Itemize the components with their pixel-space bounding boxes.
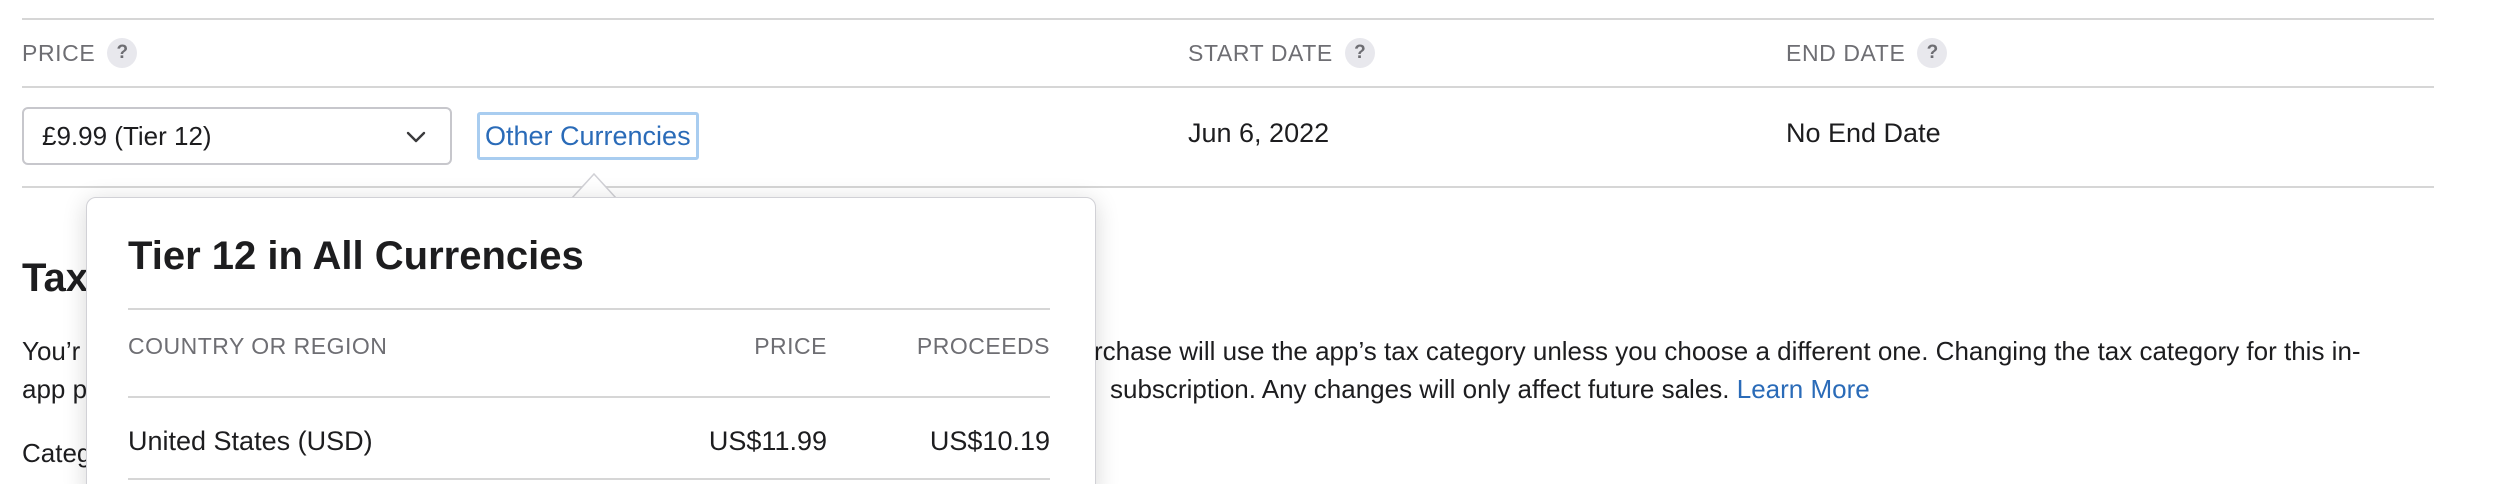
start-date-header-label: START DATE — [1188, 39, 1333, 66]
price-tier-value: £9.99 (Tier 12) — [42, 120, 212, 151]
divider-top — [22, 18, 2434, 20]
country-column-header: COUNTRY OR REGION — [128, 333, 388, 359]
end-date-column-header: END DATE ? — [1786, 36, 1948, 70]
start-date-value: Jun 6, 2022 — [1188, 118, 1330, 148]
table-row-proceeds: US$10.19 — [929, 426, 1050, 456]
end-date-value: No End Date — [1786, 118, 1941, 148]
divider-header — [22, 86, 2434, 88]
tax-description-line2-end: subscription. Any changes will only affe… — [1110, 374, 1870, 405]
pricing-page: PRICE ? START DATE ? END DATE ? £9.99 (T… — [0, 0, 2498, 484]
tax-description-line2-start: app p — [22, 374, 88, 404]
popover-divider-row — [128, 478, 1050, 480]
proceeds-column-header: PROCEEDS — [916, 333, 1050, 359]
popover-divider-header — [128, 396, 1050, 398]
price-tier-select[interactable]: £9.99 (Tier 12) — [22, 107, 452, 165]
price-column-header-popover: PRICE — [754, 333, 827, 359]
table-row-price: US$11.99 — [708, 426, 827, 456]
currencies-popover: Tier 12 in All Currencies COUNTRY OR REG… — [86, 197, 1096, 484]
popover-title: Tier 12 in All Currencies — [128, 234, 584, 278]
other-currencies-link[interactable]: Other Currencies — [477, 112, 699, 160]
price-header-label: PRICE — [22, 39, 96, 66]
chevron-down-icon — [406, 131, 426, 143]
other-currencies-label: Other Currencies — [485, 120, 691, 151]
tax-description-line2-text: subscription. Any changes will only affe… — [1110, 374, 1730, 404]
tax-description-line1-start: You’r — [22, 336, 81, 366]
category-label: Categ — [22, 438, 92, 468]
price-help-icon[interactable]: ? — [107, 38, 138, 68]
start-date-column-header: START DATE ? — [1188, 36, 1375, 70]
table-row-country: United States (USD) — [128, 426, 373, 456]
learn-more-link[interactable]: Learn More — [1737, 374, 1870, 404]
divider-row — [22, 186, 2434, 188]
popover-divider-title — [128, 308, 1050, 310]
price-column-header: PRICE ? — [22, 36, 138, 70]
end-date-header-label: END DATE — [1786, 39, 1906, 66]
start-date-help-icon[interactable]: ? — [1344, 38, 1375, 68]
tax-section-title: Tax — [22, 256, 88, 300]
tax-description-line1-end: rchase will use the app’s tax category u… — [1094, 336, 2361, 366]
end-date-help-icon[interactable]: ? — [1917, 38, 1948, 68]
